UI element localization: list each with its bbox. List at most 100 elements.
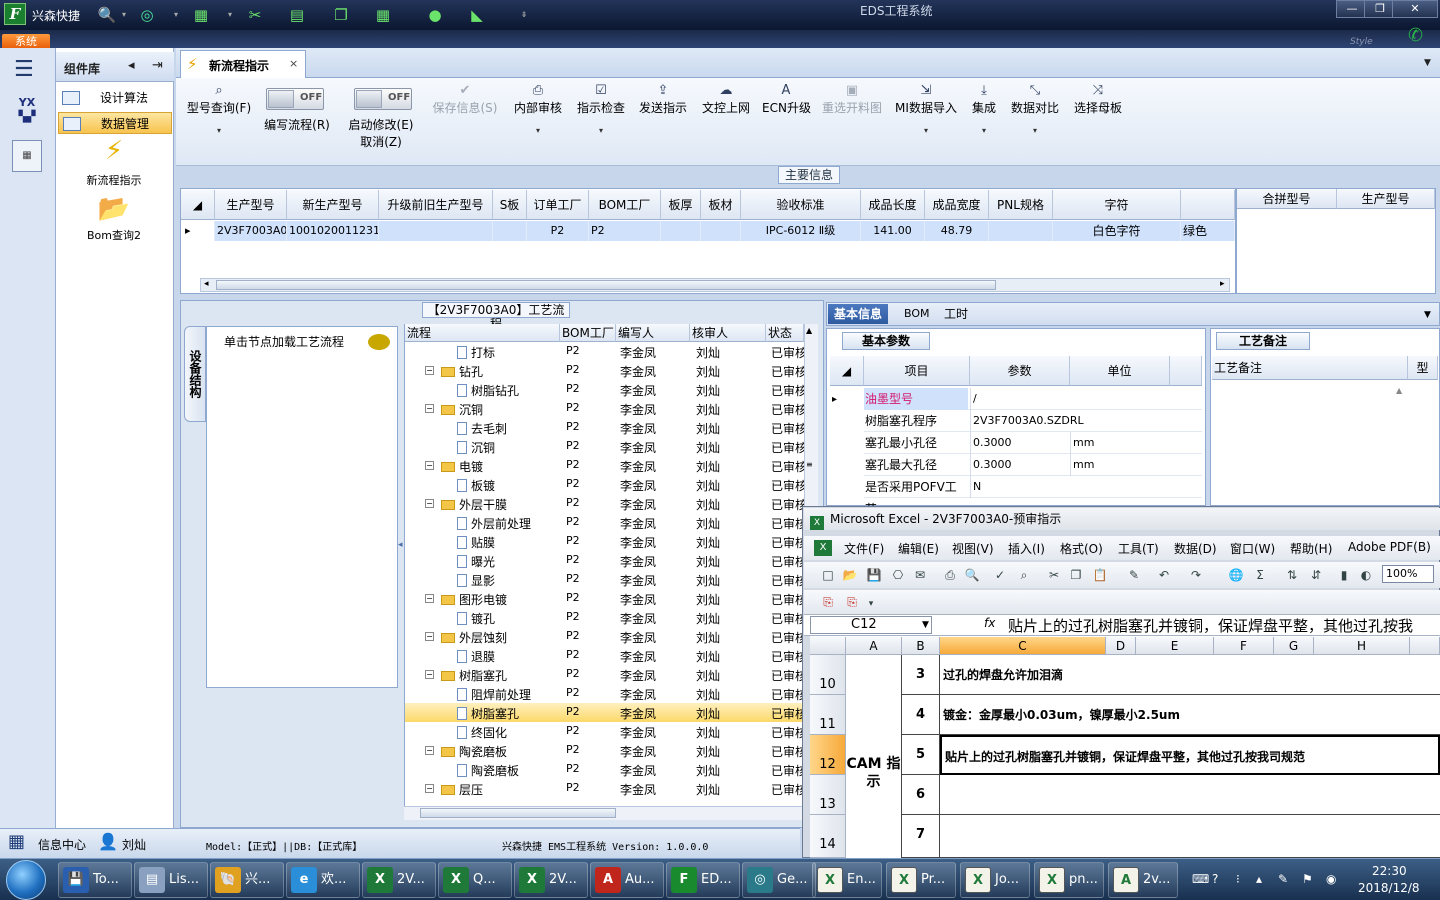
pdf-convert-icon[interactable]: ⎘ bbox=[820, 594, 836, 610]
col-header[interactable]: C bbox=[940, 637, 1106, 655]
app-logo-icon[interactable]: F bbox=[4, 3, 26, 25]
cell-b12[interactable]: 5 bbox=[902, 735, 940, 775]
clock-time[interactable]: 22:30 bbox=[1372, 864, 1407, 878]
chevron-down-icon[interactable]: ▾ bbox=[172, 4, 180, 26]
grid-cell[interactable] bbox=[661, 221, 701, 241]
row-indicator-icon[interactable]: ▸ bbox=[832, 394, 837, 405]
scroll-up-icon[interactable]: ▲ bbox=[1396, 386, 1402, 395]
phone-icon[interactable]: ✆ bbox=[1408, 25, 1423, 46]
param-value[interactable]: N bbox=[970, 476, 1068, 498]
tree-col-header[interactable]: 状态 bbox=[766, 324, 804, 342]
chevron-down-icon[interactable]: ▾ bbox=[226, 4, 234, 26]
tree-row[interactable]: 镀孔 P2 李金凤 刘灿 已审核 bbox=[405, 608, 805, 627]
splitter-handle[interactable]: ◂ bbox=[398, 540, 403, 550]
tree-row[interactable]: 沉铜 P2 李金凤 刘灿 已审核 bbox=[405, 437, 805, 456]
copy-icon[interactable]: ❐ bbox=[330, 4, 352, 26]
cut-icon[interactable]: ✂ bbox=[1046, 567, 1062, 583]
taskbar-item[interactable]: X 2V... bbox=[514, 862, 588, 898]
param-value[interactable]: 0.3000 bbox=[970, 454, 1068, 476]
chart-icon[interactable]: ◣ bbox=[466, 4, 488, 26]
cell-c11[interactable]: 镀金：金厚最小0.03um，镍厚最小2.5um bbox=[940, 695, 1440, 735]
taskbar-item[interactable]: ▤ Lis... bbox=[134, 862, 208, 898]
taskbar-item[interactable]: X Jo... bbox=[960, 862, 1030, 898]
reselect-cutting-button[interactable]: ▣ 重选开料图 bbox=[820, 82, 884, 156]
menu-view[interactable]: 视图(V) bbox=[952, 540, 994, 557]
print-preview-icon[interactable]: 🔍 bbox=[964, 567, 980, 583]
start-modify-toggle[interactable]: OFF bbox=[354, 88, 412, 110]
scissors-icon[interactable]: ✂ bbox=[244, 4, 266, 26]
clock-date[interactable]: 2018/12/8 bbox=[1358, 881, 1420, 895]
scroll-left-icon[interactable]: ◂ bbox=[204, 279, 209, 289]
scrollbar-thumb[interactable] bbox=[420, 808, 616, 818]
zoom-select[interactable]: 100% bbox=[1382, 565, 1434, 583]
redo-icon[interactable]: ↷ bbox=[1188, 567, 1204, 583]
grid-col-header[interactable]: S板 bbox=[493, 190, 527, 220]
col-header[interactable]: B bbox=[902, 637, 940, 655]
collapse-toggle-icon[interactable]: − bbox=[425, 632, 434, 641]
grid-col-header[interactable]: 板厚 bbox=[661, 190, 701, 220]
tree-row[interactable]: 去毛刺 P2 李金凤 刘灿 已审核 bbox=[405, 418, 805, 437]
tree-row[interactable]: 陶瓷磨板 P2 李金凤 刘灿 已审核 bbox=[405, 760, 805, 779]
param-value[interactable]: 0.3000 bbox=[970, 432, 1068, 454]
doc-online-button[interactable]: ☁ 文控上网 bbox=[698, 82, 754, 156]
scroll-grip-icon[interactable]: ≡ bbox=[806, 460, 816, 470]
param-col-header[interactable]: 单位 bbox=[1070, 356, 1170, 386]
taskbar-item[interactable]: ◎ Ge... bbox=[742, 862, 816, 898]
data-compare-button[interactable]: ⤡ 数据对比 ▾ bbox=[1008, 82, 1062, 156]
grid-col-header[interactable]: PNL规格 bbox=[989, 190, 1053, 220]
row-header[interactable]: 14 bbox=[810, 815, 846, 858]
taskbar-item[interactable]: X En... bbox=[812, 862, 882, 898]
collapse-toggle-icon[interactable]: − bbox=[425, 670, 434, 679]
format-painter-icon[interactable]: ✎ bbox=[1126, 567, 1142, 583]
keyboard-icon[interactable]: ⌨ bbox=[1192, 872, 1209, 886]
write-process-toggle[interactable]: OFF bbox=[266, 88, 324, 110]
ecn-upgrade-button[interactable]: A ECN升级 bbox=[762, 82, 811, 156]
grid-col-header[interactable]: 升级前旧生产型号 bbox=[379, 190, 493, 220]
grid-cell[interactable]: 10010200112311 bbox=[287, 221, 379, 241]
permission-icon[interactable]: ⎔ bbox=[890, 567, 906, 583]
param-row[interactable]: 是否采用POFV工艺N bbox=[864, 476, 1202, 516]
menu-adobe-pdf[interactable]: Adobe PDF(B) bbox=[1348, 540, 1431, 554]
comp-item-design[interactable]: 设计算法 bbox=[58, 87, 172, 109]
menu-file[interactable]: 文件(F) bbox=[844, 540, 884, 557]
tab-bom[interactable]: BOM bbox=[898, 304, 936, 324]
apps-icon[interactable]: ▦ bbox=[372, 4, 394, 26]
spelling-icon[interactable]: ✓ bbox=[992, 567, 1008, 583]
tree-col-header[interactable]: 编写人 bbox=[616, 324, 690, 342]
grid-cell[interactable]: 141.00 bbox=[861, 221, 925, 241]
taskbar-item[interactable]: X 2V... bbox=[362, 862, 436, 898]
col-header[interactable]: E bbox=[1136, 637, 1214, 655]
more-icon[interactable]: ⇟ bbox=[520, 4, 528, 26]
grid-col-header[interactable]: 字符 bbox=[1053, 190, 1181, 220]
formula-input[interactable]: 贴片上的过孔树脂塞孔并镀铜，保证焊盘平整，其他过孔按我 bbox=[1008, 615, 1440, 636]
instruction-check-button[interactable]: ☑ 指示检查 ▾ bbox=[574, 82, 628, 156]
param-value[interactable]: / bbox=[970, 388, 1068, 410]
col-header[interactable]: G bbox=[1274, 637, 1314, 655]
mi-import-button[interactable]: ⇲ MI数据导入 ▾ bbox=[894, 82, 958, 156]
flag-icon[interactable]: ⚑ bbox=[1302, 872, 1313, 886]
menu-window[interactable]: 窗口(W) bbox=[1230, 540, 1275, 557]
model-query-button[interactable]: ⌕ 型号查询(F) ▾ bbox=[184, 82, 254, 156]
tree-row[interactable]: − 沉铜 P2 李金凤 刘灿 已审核 bbox=[405, 399, 805, 418]
tray-expand-icon[interactable]: ▴ bbox=[1256, 872, 1262, 886]
mail-icon[interactable]: ✉ bbox=[912, 567, 928, 583]
grid-cell[interactable] bbox=[701, 221, 741, 241]
param-row[interactable]: 树脂塞孔程序 2V3F7003A0.SZDRL bbox=[864, 410, 1202, 432]
chevron-down-icon[interactable]: ▼ bbox=[922, 620, 929, 630]
rail-app-factory-icon[interactable]: YX ▚▞ bbox=[10, 96, 44, 128]
tree-row[interactable]: 打标 P2 李金凤 刘灿 已审核 bbox=[405, 342, 805, 361]
network-icon[interactable]: ◉ bbox=[1326, 872, 1336, 886]
select-mother-board-button[interactable]: ⤨ 选择母板 bbox=[1070, 82, 1126, 156]
internal-review-button[interactable]: ⎙ 内部审核 ▾ bbox=[510, 82, 566, 156]
equipment-structure-tab[interactable]: 设备结构 bbox=[184, 326, 206, 422]
new-process-link[interactable]: 新流程指示 bbox=[62, 172, 166, 188]
taskbar-item[interactable]: A 2v... bbox=[1108, 862, 1178, 898]
collapse-left-icon[interactable]: ◂ bbox=[128, 58, 135, 73]
autosum-icon[interactable]: Σ bbox=[1252, 567, 1268, 583]
col-header[interactable]: A bbox=[846, 637, 902, 655]
col-header[interactable]: F bbox=[1214, 637, 1274, 655]
tree-row[interactable]: − 层压 P2 李金凤 刘灿 已审核 bbox=[405, 779, 805, 798]
grid-col-header[interactable]: 生产型号 bbox=[215, 190, 287, 220]
tab-basic-info[interactable]: 基本信息 bbox=[828, 304, 889, 324]
excel-doc-icon[interactable]: X bbox=[814, 540, 832, 556]
